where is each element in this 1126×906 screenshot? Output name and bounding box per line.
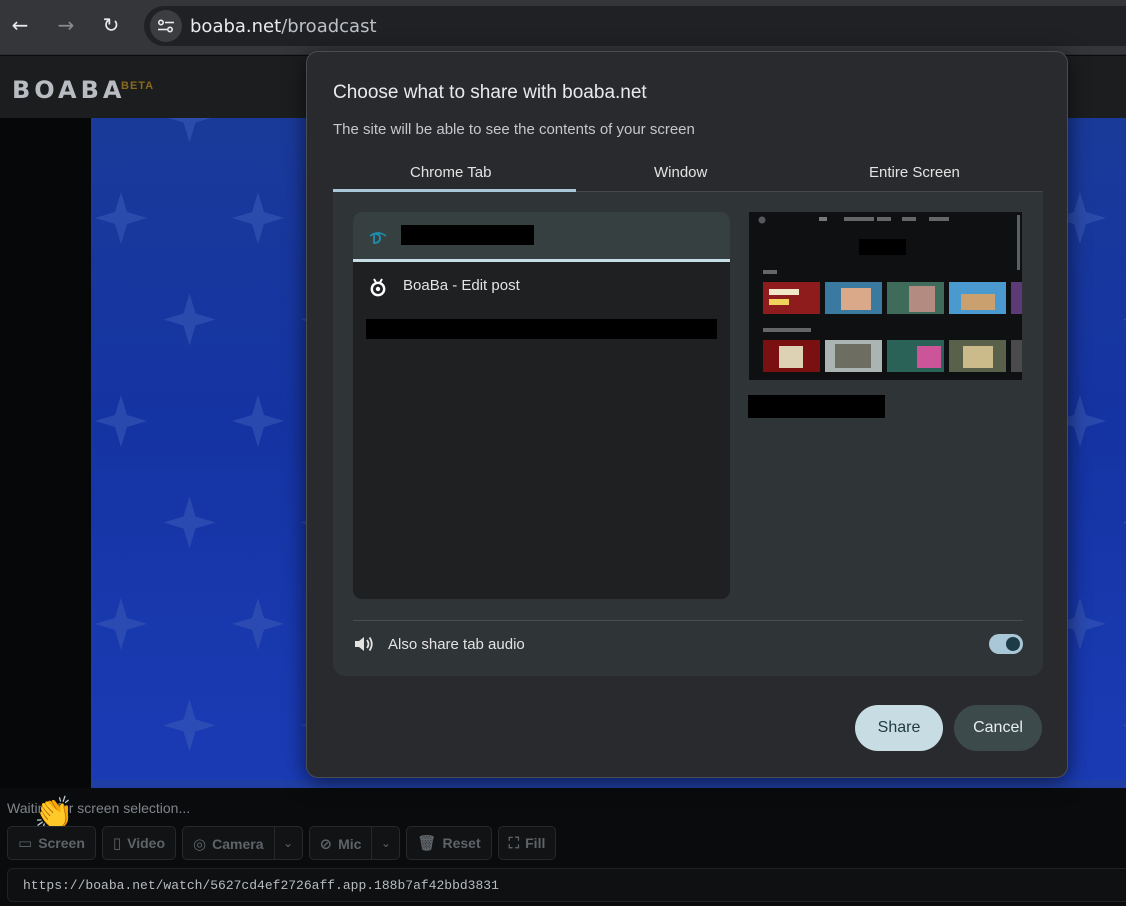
mic-label: Mic bbox=[338, 836, 362, 852]
mic-split: ⊘ Mic ⌄ bbox=[308, 826, 401, 861]
forward-button[interactable]: → bbox=[50, 9, 82, 41]
watch-url-text: https://boaba.net/watch/5627cd4ef2726aff… bbox=[23, 878, 499, 893]
app-logo[interactable]: BOABA bbox=[12, 76, 126, 104]
reset-label: Reset bbox=[442, 835, 481, 851]
expand-icon: ⛶ bbox=[508, 834, 520, 852]
video-button[interactable]: ▯ Video bbox=[101, 826, 177, 860]
share-audio-label: Also share tab audio bbox=[388, 636, 525, 653]
tune-icon bbox=[157, 19, 174, 33]
disney-favicon-icon bbox=[367, 226, 389, 248]
mic-button[interactable]: ⊘ Mic bbox=[310, 827, 372, 861]
redacted-tab-title bbox=[366, 319, 717, 339]
url-path: /broadcast bbox=[281, 16, 377, 37]
cancel-button[interactable]: Cancel bbox=[954, 705, 1042, 751]
browser-toolbar: ← → ↻ boaba.net/broadcast bbox=[0, 0, 1126, 55]
screen-label: Screen bbox=[38, 835, 85, 851]
camera-split: ◎ Camera ⌄ bbox=[182, 826, 303, 861]
camera-options-chevron-down-icon[interactable]: ⌄ bbox=[273, 827, 302, 859]
tab-list-item[interactable]: BoaBa - Edit post bbox=[353, 262, 730, 312]
beta-badge: BETA bbox=[121, 80, 155, 92]
url-text[interactable]: boaba.net/broadcast bbox=[190, 16, 377, 37]
toggle-knob bbox=[1006, 637, 1020, 651]
camera-button[interactable]: ◎ Camera bbox=[183, 827, 273, 861]
broadcast-controls: Waiting for screen selection... 👏 ▭ Scre… bbox=[0, 788, 1126, 906]
share-audio-row: Also share tab audio bbox=[353, 620, 1023, 666]
reload-icon: ↻ bbox=[102, 13, 120, 37]
control-row: ▭ Screen ▯ Video ◎ Camera ⌄ ⊘ Mic ⌄ 🗑 Re… bbox=[7, 826, 557, 861]
share-button[interactable]: Share bbox=[855, 705, 943, 751]
share-source-tabs: Chrome Tab Window Entire Screen bbox=[333, 154, 1043, 192]
tab-list-item[interactable] bbox=[353, 312, 730, 362]
tab-entire-screen[interactable]: Entire Screen bbox=[869, 164, 960, 181]
url-host: boaba.net bbox=[190, 16, 282, 37]
tab-list: BoaBa - Edit post bbox=[353, 212, 730, 599]
site-info-button[interactable] bbox=[150, 10, 182, 42]
camera-label: Camera bbox=[212, 836, 264, 852]
speaker-icon bbox=[355, 636, 373, 652]
fill-label: Fill bbox=[525, 835, 546, 851]
tab-title: BoaBa - Edit post bbox=[403, 277, 520, 294]
screen-button[interactable]: ▭ Screen bbox=[7, 826, 96, 860]
video-label: Video bbox=[127, 835, 166, 851]
tab-picker-panel: BoaBa - Edit post Also share tab audio bbox=[333, 192, 1043, 676]
stage-gutter bbox=[0, 118, 91, 788]
tab-window[interactable]: Window bbox=[654, 164, 707, 181]
tab-preview-thumbnail bbox=[749, 212, 1022, 380]
arrow-left-icon: ← bbox=[11, 13, 29, 37]
boaba-favicon-icon bbox=[367, 276, 389, 298]
address-bar[interactable]: boaba.net/broadcast bbox=[144, 6, 1126, 46]
dialog-title: Choose what to share with boaba.net bbox=[333, 82, 647, 103]
reload-button[interactable]: ↻ bbox=[95, 9, 127, 41]
watch-url-field[interactable]: https://boaba.net/watch/5627cd4ef2726aff… bbox=[7, 868, 1126, 902]
camera-icon: ◎ bbox=[193, 835, 207, 853]
mic-options-chevron-down-icon[interactable]: ⌄ bbox=[371, 827, 399, 859]
back-button[interactable]: ← bbox=[4, 9, 36, 41]
tab-list-item-selected[interactable] bbox=[353, 212, 730, 262]
redacted-preview-caption bbox=[748, 395, 885, 418]
reset-button[interactable]: 🗑 Reset bbox=[406, 826, 492, 860]
fill-button[interactable]: ⛶ Fill bbox=[497, 826, 557, 860]
screen: ← → ↻ boaba.net/broadcast BOABA BETA Wai… bbox=[0, 0, 1126, 906]
redacted-tab-title bbox=[401, 225, 534, 245]
monitor-icon: ▭ bbox=[18, 834, 33, 852]
dialog-subtitle: The site will be able to see the content… bbox=[333, 121, 695, 138]
file-icon: ▯ bbox=[112, 834, 122, 852]
arrow-right-icon: → bbox=[57, 13, 75, 37]
mic-off-icon: ⊘ bbox=[319, 835, 333, 853]
tab-chrome-tab[interactable]: Chrome Tab bbox=[410, 164, 491, 181]
share-audio-toggle[interactable] bbox=[989, 634, 1023, 654]
share-screen-dialog: Choose what to share with boaba.net The … bbox=[306, 51, 1068, 778]
trash-icon: 🗑 bbox=[417, 834, 437, 852]
